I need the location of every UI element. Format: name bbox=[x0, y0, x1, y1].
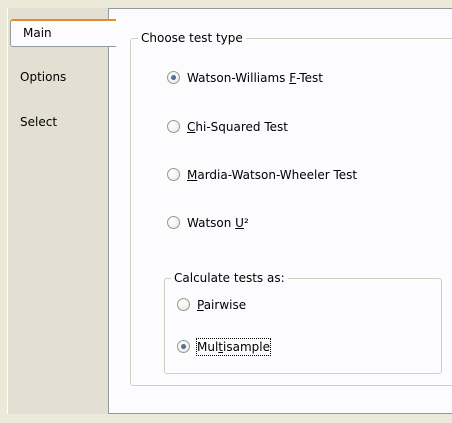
test-type-group-title: Choose test type bbox=[138, 30, 246, 46]
radio-dot-icon bbox=[181, 344, 186, 349]
radio-circle-icon bbox=[167, 216, 180, 229]
tab-strip: Main Options Select bbox=[7, 8, 116, 414]
radio-circle-icon bbox=[167, 168, 180, 181]
radio-circle-icon bbox=[177, 298, 190, 311]
tab-select[interactable]: Select bbox=[8, 109, 108, 135]
radio-circle-icon bbox=[177, 340, 190, 353]
tab-options[interactable]: Options bbox=[8, 64, 108, 90]
radio-label: Chi-Squared Test bbox=[187, 120, 288, 134]
tab-main[interactable]: Main bbox=[10, 19, 116, 47]
radio-dot-icon bbox=[171, 75, 176, 80]
calculate-as-group-title: Calculate tests as: bbox=[171, 270, 288, 286]
calculate-as-groupbox: Calculate tests as: bbox=[164, 270, 442, 374]
radio-label: Watson U² bbox=[187, 216, 249, 230]
radio-circle-icon bbox=[167, 120, 180, 133]
radio-label: Watson-Williams F-Test bbox=[187, 71, 324, 85]
radio-label: Pairwise bbox=[197, 298, 247, 312]
radio-label: Multisample bbox=[196, 338, 271, 356]
radio-label: Mardia-Watson-Wheeler Test bbox=[187, 168, 358, 182]
radio-circle-icon bbox=[167, 71, 180, 84]
